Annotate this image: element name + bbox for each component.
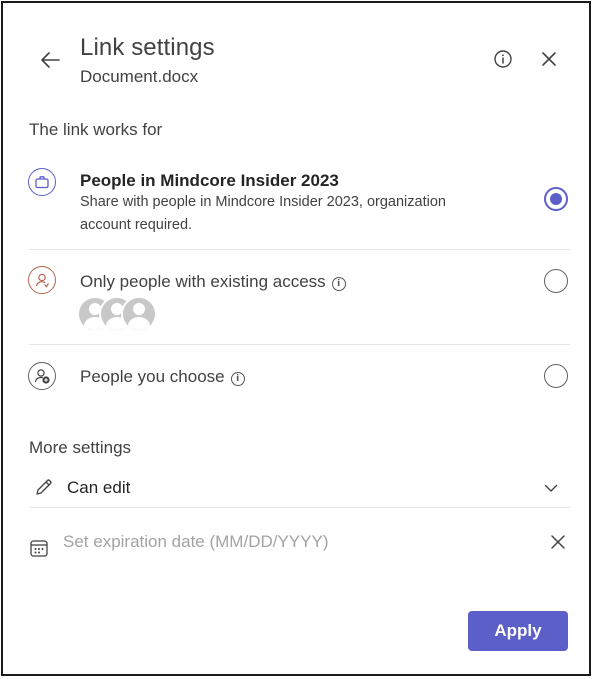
info-icon[interactable]: i: [331, 277, 346, 291]
option-title: People in Mindcore Insider 2023: [80, 171, 339, 190]
option-title: People you choose: [80, 367, 225, 386]
expiration-date-field[interactable]: Set expiration date (MM/DD/YYYY): [29, 523, 570, 567]
expiration-placeholder: Set expiration date (MM/DD/YYYY): [63, 532, 329, 551]
avatar: [121, 296, 157, 332]
option-title: Only people with existing access: [80, 272, 326, 291]
arrow-left-icon: [41, 52, 60, 68]
person-add-icon: [28, 362, 56, 390]
link-works-for-heading: The link works for: [29, 120, 163, 139]
info-icon: [494, 50, 512, 68]
option-existing-access[interactable]: Only people with existing access i: [3, 258, 593, 340]
more-settings-heading: More settings: [29, 438, 132, 457]
page-title: Link settings: [80, 34, 215, 61]
divider: [29, 344, 570, 345]
option-people-you-choose[interactable]: People you choose i: [3, 353, 593, 403]
close-button[interactable]: [537, 47, 561, 71]
link-settings-panel: Link settings Document.docx The link wor…: [1, 1, 591, 676]
pencil-icon: [36, 479, 52, 495]
option-description: Share with people in Mindcore Insider 20…: [80, 194, 446, 233]
person-sync-icon: [28, 266, 56, 294]
divider: [29, 249, 570, 250]
divider: [29, 507, 570, 508]
permission-label: Can edit: [67, 478, 131, 497]
option-organization[interactable]: People in Mindcore Insider 2023 Share wi…: [3, 161, 593, 247]
info-icon[interactable]: i: [230, 372, 245, 386]
radio-organization[interactable]: [544, 187, 568, 211]
avatar-group: [77, 296, 157, 332]
file-name: Document.docx: [80, 67, 199, 86]
permission-dropdown[interactable]: Can edit: [29, 468, 570, 508]
radio-existing-access[interactable]: [544, 269, 568, 293]
close-icon: [551, 535, 565, 549]
calendar-icon: [30, 540, 48, 557]
info-button[interactable]: [491, 47, 515, 71]
close-icon: [542, 52, 556, 66]
apply-button[interactable]: Apply: [468, 611, 568, 651]
back-button[interactable]: [37, 47, 63, 73]
briefcase-icon: [28, 168, 56, 196]
clear-expiration-button[interactable]: [547, 531, 569, 553]
chevron-down-icon: [544, 484, 558, 492]
radio-people-you-choose[interactable]: [544, 364, 568, 388]
